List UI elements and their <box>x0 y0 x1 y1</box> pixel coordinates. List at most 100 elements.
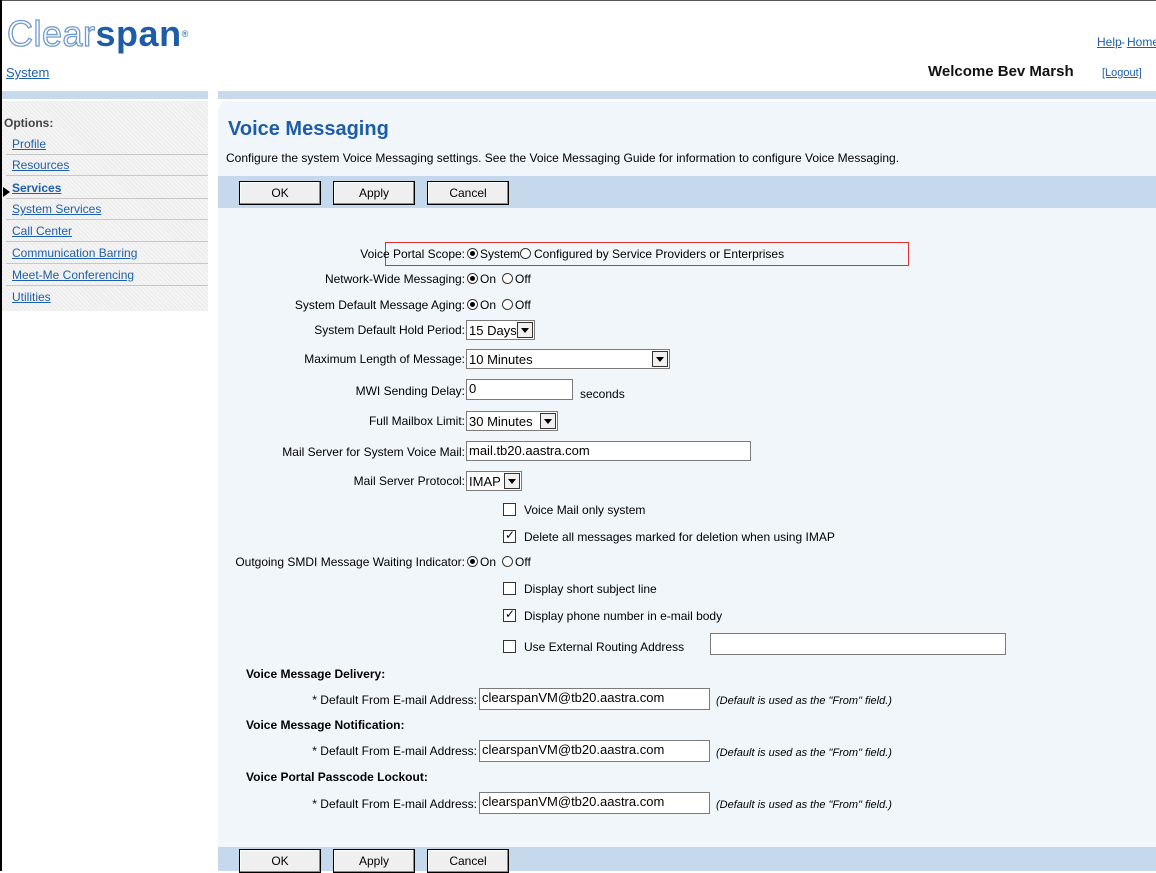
sidebar-item-communication-barring[interactable]: Communication Barring <box>6 243 208 264</box>
mail-server-protocol-select[interactable]: IMAP <box>466 471 522 491</box>
full-mailbox-limit-select[interactable]: 30 Minutes <box>466 411 558 431</box>
sidebar-item-label[interactable]: Resources <box>12 158 69 172</box>
hold-period-label: System Default Hold Period: <box>314 323 465 337</box>
message-aging-on-label: On <box>480 298 497 312</box>
sidebar-item-profile[interactable]: Profile <box>6 134 208 155</box>
short-subject-checkbox[interactable] <box>503 582 516 595</box>
sidebar-item-label[interactable]: Utilities <box>12 290 51 304</box>
delivery-email-note: (Default is used as the "From" field.) <box>716 695 892 707</box>
passcode-lockout-email-label: * Default From E-mail Address: <box>312 797 477 811</box>
display-phone-label: Display phone number in e-mail body <box>524 609 723 623</box>
outgoing-smdi-on-label: On <box>480 555 497 569</box>
nav-top-band <box>2 91 208 99</box>
ok-button-top[interactable]: OK <box>239 181 321 205</box>
scope-configured-radio[interactable] <box>520 248 531 259</box>
network-wide-off-label: Off <box>515 272 531 286</box>
sidebar-item-label[interactable]: Services <box>12 181 61 195</box>
max-message-length-label: Maximum Length of Message: <box>304 352 465 366</box>
full-mailbox-limit-label: Full Mailbox Limit: <box>368 414 465 428</box>
passcode-lockout-email-input[interactable]: clearspanVM@tb20.aastra.com <box>479 792 710 814</box>
passcode-lockout-email-note: (Default is used as the "From" field.) <box>716 799 892 811</box>
outgoing-smdi-off-label: Off <box>515 555 531 569</box>
network-wide-off-radio[interactable] <box>502 273 513 284</box>
mwi-sending-delay-unit: seconds <box>580 387 625 401</box>
short-subject-label: Display short subject line <box>524 582 657 596</box>
sidebar-item-label[interactable]: Communication Barring <box>12 246 137 260</box>
sidebar-item-label[interactable]: Call Center <box>12 224 72 238</box>
mail-server-input[interactable]: mail.tb20.aastra.com <box>466 441 751 461</box>
hold-period-select[interactable]: 15 Days <box>466 320 535 340</box>
outgoing-smdi-off-radio[interactable] <box>502 556 513 567</box>
chevron-down-icon[interactable] <box>540 413 556 429</box>
notification-email-label: * Default From E-mail Address: <box>312 744 477 758</box>
header-separator: - <box>1121 35 1125 49</box>
sidebar-item-call-center[interactable]: Call Center <box>6 221 208 242</box>
logout-link[interactable]: [Logout] <box>1102 67 1142 79</box>
clearspan-logo: Clearspan® <box>6 13 189 54</box>
section-heading-delivery: Voice Message Delivery: <box>246 667 386 681</box>
network-wide-messaging-label: Network-Wide Messaging: <box>324 272 465 286</box>
scope-system-radio[interactable] <box>467 248 478 259</box>
apply-button-top[interactable]: Apply <box>333 181 415 205</box>
welcome-text: Welcome Bev Marsh <box>928 63 1074 80</box>
mail-server-protocol-value: IMAP <box>469 474 501 489</box>
cancel-button-top[interactable]: Cancel <box>427 181 509 205</box>
external-routing-label: Use External Routing Address <box>524 640 685 654</box>
apply-button-bottom[interactable]: Apply <box>333 849 415 873</box>
delivery-email-input[interactable]: clearspanVM@tb20.aastra.com <box>479 688 710 710</box>
delete-marked-imap-checkbox[interactable]: ✓ <box>503 528 516 543</box>
page-description: Configure the system Voice Messaging set… <box>226 151 900 165</box>
home-link[interactable]: Home <box>1127 35 1156 49</box>
mail-server-protocol-label: Mail Server Protocol: <box>353 474 465 488</box>
sidebar-item-services[interactable]: Services <box>6 178 208 199</box>
scope-system-label: System <box>480 247 521 261</box>
hold-period-value: 15 Days <box>469 323 517 338</box>
notification-email-input[interactable]: clearspanVM@tb20.aastra.com <box>479 740 710 762</box>
voice-portal-scope-label: Voice Portal Scope: <box>360 247 465 261</box>
sidebar-item-meet-me-conferencing[interactable]: Meet-Me Conferencing <box>6 265 208 286</box>
checkmark-icon: ✓ <box>505 607 516 621</box>
sidebar-item-utilities[interactable]: Utilities <box>6 287 208 308</box>
delete-marked-imap-label: Delete all messages marked for deletion … <box>524 530 835 544</box>
section-heading-passcode-lockout: Voice Portal Passcode Lockout: <box>246 770 428 784</box>
scope-configured-label: Configured by Service Providers or Enter… <box>534 247 785 261</box>
breadcrumb-system-link[interactable]: System <box>6 65 49 80</box>
voice-mail-only-checkbox[interactable] <box>503 503 516 516</box>
sidebar-item-resources[interactable]: Resources <box>6 155 208 176</box>
sidebar-item-label[interactable]: System Services <box>12 202 101 216</box>
network-wide-on-radio[interactable] <box>467 273 478 284</box>
page-title: Voice Messaging <box>228 118 389 140</box>
checkmark-icon: ✓ <box>505 528 516 542</box>
max-message-length-value: 10 Minutes <box>469 352 533 367</box>
help-link[interactable]: Help <box>1097 35 1122 49</box>
message-aging-on-radio[interactable] <box>467 299 478 310</box>
sidebar-item-label[interactable]: Meet-Me Conferencing <box>12 268 134 282</box>
content-top-band <box>218 91 1156 99</box>
chevron-down-icon[interactable] <box>517 322 533 338</box>
message-aging-off-radio[interactable] <box>502 299 513 310</box>
chevron-down-icon[interactable] <box>652 351 668 367</box>
ok-button-bottom[interactable]: OK <box>239 849 321 873</box>
outgoing-smdi-label: Outgoing SMDI Message Waiting Indicator: <box>235 555 465 569</box>
chevron-down-icon[interactable] <box>504 473 520 489</box>
external-routing-checkbox[interactable] <box>503 640 516 653</box>
sidebar-item-label[interactable]: Profile <box>12 137 46 151</box>
outgoing-smdi-on-radio[interactable] <box>467 556 478 567</box>
display-phone-checkbox[interactable]: ✓ <box>503 607 516 622</box>
section-heading-notification: Voice Message Notification: <box>246 718 405 732</box>
message-aging-off-label: Off <box>515 298 531 312</box>
mwi-sending-delay-label: MWI Sending Delay: <box>355 384 465 398</box>
message-aging-label: System Default Message Aging: <box>294 298 465 312</box>
mwi-sending-delay-input[interactable]: 0 <box>466 379 573 400</box>
external-routing-input[interactable] <box>710 633 1006 655</box>
delivery-email-label: * Default From E-mail Address: <box>312 693 477 707</box>
sidebar-title: Options: <box>4 116 54 130</box>
window-frame-top <box>0 0 1156 1</box>
notification-email-note: (Default is used as the "From" field.) <box>716 747 892 759</box>
sidebar-item-system-services[interactable]: System Services <box>6 199 208 220</box>
mail-server-label: Mail Server for System Voice Mail: <box>282 445 465 459</box>
max-message-length-select[interactable]: 10 Minutes <box>466 349 670 369</box>
cancel-button-bottom[interactable]: Cancel <box>427 849 509 873</box>
voice-mail-only-label: Voice Mail only system <box>524 503 646 517</box>
full-mailbox-limit-value: 30 Minutes <box>469 414 533 429</box>
